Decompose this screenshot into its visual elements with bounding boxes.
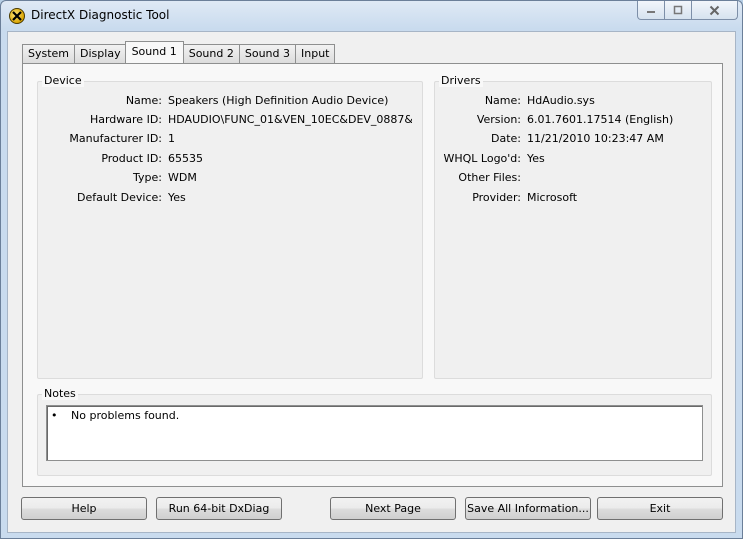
close-button[interactable] xyxy=(692,1,738,20)
run-64bit-dxdiag-button[interactable]: Run 64-bit DxDiag xyxy=(156,497,282,520)
client-area: System Display Sound 1 Sound 2 Sound 3 I… xyxy=(7,31,736,533)
provider-value: Microsoft xyxy=(527,191,578,204)
default-device-value: Yes xyxy=(168,191,186,204)
device-row-default-device: Default Device: Yes xyxy=(38,191,418,205)
directx-app-icon[interactable] xyxy=(9,8,25,24)
driver-name-value: HdAudio.sys xyxy=(527,94,595,107)
type-value: WDM xyxy=(168,171,197,184)
maximize-icon xyxy=(673,5,683,15)
device-row-hardware-id: Hardware ID: HDAUDIO\FUNC_01&VEN_10EC&DE… xyxy=(38,113,418,127)
tab-sound-2[interactable]: Sound 2 xyxy=(182,44,240,63)
manufacturer-id-label: Manufacturer ID: xyxy=(69,132,162,145)
driver-row-other-files: Other Files: xyxy=(435,171,709,185)
driver-date-label: Date: xyxy=(491,132,521,145)
hardware-id-label: Hardware ID: xyxy=(89,113,162,126)
tab-sound-3[interactable]: Sound 3 xyxy=(238,44,296,63)
notes-group-title: Notes xyxy=(42,387,78,400)
minimize-button[interactable] xyxy=(637,1,665,20)
tab-display[interactable]: Display xyxy=(74,44,127,63)
driver-row-whql: WHQL Logo'd: Yes xyxy=(435,152,709,166)
tab-sound-1[interactable]: Sound 1 xyxy=(124,41,184,63)
hardware-id-value: HDAUDIO\FUNC_01&VEN_10EC&DEV_0887&SUBS' xyxy=(168,113,412,126)
type-label: Type: xyxy=(133,171,162,184)
notes-textbox[interactable]: • No problems found. xyxy=(46,405,703,461)
drivers-group: Drivers Name: HdAudio.sys Version: 6.01.… xyxy=(434,74,712,379)
note-bullet: • xyxy=(51,409,58,422)
product-id-label: Product ID: xyxy=(101,152,162,165)
driver-name-label: Name: xyxy=(484,94,521,107)
device-row-name: Name: Speakers (High Definition Audio De… xyxy=(38,94,418,108)
device-row-type: Type: WDM xyxy=(38,171,418,185)
maximize-button[interactable] xyxy=(665,1,692,20)
device-row-manufacturer-id: Manufacturer ID: 1 xyxy=(38,132,418,146)
provider-label: Provider: xyxy=(472,191,521,204)
minimize-icon xyxy=(647,11,655,13)
caption-buttons xyxy=(637,1,738,20)
window-title: DirectX Diagnostic Tool xyxy=(31,8,170,22)
close-icon xyxy=(709,5,720,15)
help-button[interactable]: Help xyxy=(21,497,147,520)
dxdiag-window: DirectX Diagnostic Tool System Display S… xyxy=(0,0,743,539)
other-files-label: Other Files: xyxy=(458,171,521,184)
driver-date-value: 11/21/2010 10:23:47 AM xyxy=(527,132,664,145)
driver-version-label: Version: xyxy=(476,113,521,126)
tab-system[interactable]: System xyxy=(22,44,76,63)
drivers-group-title: Drivers xyxy=(439,74,483,87)
driver-row-version: Version: 6.01.7601.17514 (English) xyxy=(435,113,709,127)
whql-value: Yes xyxy=(527,152,545,165)
next-page-button[interactable]: Next Page xyxy=(330,497,456,520)
note-item: No problems found. xyxy=(71,409,180,422)
title-bar[interactable]: DirectX Diagnostic Tool xyxy=(1,1,742,31)
device-group: Device Name: Speakers (High Definition A… xyxy=(37,74,423,379)
tab-strip: System Display Sound 1 Sound 2 Sound 3 I… xyxy=(22,41,336,63)
manufacturer-id-value: 1 xyxy=(168,132,175,145)
driver-row-date: Date: 11/21/2010 10:23:47 AM xyxy=(435,132,709,146)
default-device-label: Default Device: xyxy=(76,191,162,204)
notes-group: Notes • No problems found. xyxy=(37,387,712,476)
whql-label: WHQL Logo'd: xyxy=(443,152,521,165)
product-id-value: 65535 xyxy=(168,152,203,165)
device-group-title: Device xyxy=(42,74,84,87)
driver-version-value: 6.01.7601.17514 (English) xyxy=(527,113,674,126)
tab-input[interactable]: Input xyxy=(295,44,336,63)
driver-row-provider: Provider: Microsoft xyxy=(435,191,709,205)
device-name-value: Speakers (High Definition Audio Device) xyxy=(168,94,389,107)
device-row-product-id: Product ID: 65535 xyxy=(38,152,418,166)
save-all-information-button[interactable]: Save All Information... xyxy=(465,497,591,520)
driver-row-name: Name: HdAudio.sys xyxy=(435,94,709,108)
exit-button[interactable]: Exit xyxy=(597,497,723,520)
device-name-label: Name: xyxy=(125,94,162,107)
tab-panel-sound-1: Device Name: Speakers (High Definition A… xyxy=(22,63,723,487)
